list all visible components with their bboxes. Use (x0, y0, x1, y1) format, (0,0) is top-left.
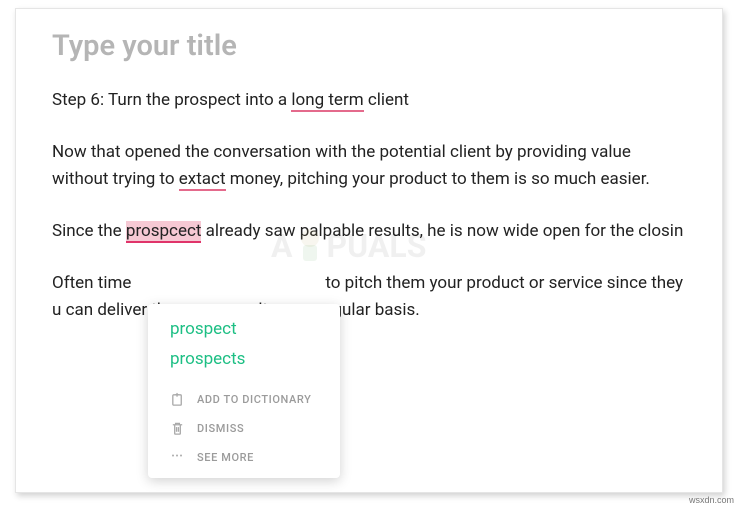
text: Since the (52, 221, 126, 241)
text: money, pitching your product to them is … (226, 169, 650, 189)
action-label: SEE MORE (197, 451, 254, 464)
trash-icon (170, 421, 185, 436)
text: client (364, 90, 409, 110)
see-more-button[interactable]: ••• SEE MORE (148, 443, 340, 472)
attribution: wsxdn.com (689, 495, 734, 505)
add-to-dictionary-button[interactable]: ADD TO DICTIONARY (148, 385, 340, 414)
suggestion-prospect[interactable]: prospect (148, 314, 340, 344)
paragraph-3[interactable]: Since the prospcect already saw palpable… (52, 218, 686, 244)
action-label: ADD TO DICTIONARY (197, 393, 312, 406)
paragraph-2[interactable]: Now that opened the conversation with th… (52, 139, 686, 192)
divider (148, 380, 340, 381)
grammar-error-long-term[interactable]: long term (291, 90, 363, 112)
suggestion-prospects[interactable]: prospects (148, 344, 340, 374)
spelling-error-extact[interactable]: extact (179, 169, 226, 191)
spelling-error-prospcect[interactable]: prospcect (126, 221, 202, 243)
more-icon: ••• (170, 450, 185, 465)
paragraph-1[interactable]: Step 6: Turn the prospect into a long te… (52, 87, 686, 113)
text: already saw palpable results, he is now … (201, 221, 683, 241)
suggestion-popup: prospect prospects ADD TO DICTIONARY DIS… (148, 304, 340, 478)
editor-document: A PUALS Type your title Step 6: Turn the… (15, 8, 723, 493)
title-placeholder[interactable]: Type your title (52, 29, 686, 63)
dismiss-button[interactable]: DISMISS (148, 414, 340, 443)
action-label: DISMISS (197, 422, 244, 435)
add-to-dictionary-icon (170, 392, 185, 407)
text: Step 6: Turn the prospect into a (52, 90, 291, 110)
